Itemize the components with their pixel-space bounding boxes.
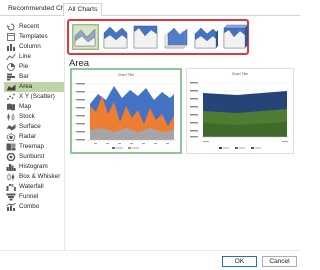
cancel-button[interactable]: Cancel: [262, 256, 297, 267]
ok-button[interactable]: OK: [222, 256, 257, 267]
sidebar-item-label: Sunburst: [19, 153, 45, 161]
combo-chart-icon: [6, 202, 16, 211]
waterfall-chart-icon: [6, 183, 16, 191]
sidebar-item-label: Surface: [19, 123, 41, 131]
sidebar-item-templates[interactable]: Templates: [6, 32, 62, 42]
sidebar-item-label: Combo: [19, 203, 40, 211]
line-chart-icon: [6, 53, 16, 61]
area-icon: [74, 26, 97, 48]
sidebar-item-label: Line: [19, 53, 31, 61]
sidebar-item-scatter[interactable]: X Y (Scatter): [6, 92, 62, 102]
sidebar-item-histogram[interactable]: Histogram: [6, 162, 62, 172]
sidebar-item-label: Histogram: [19, 163, 48, 171]
sidebar-item-bar[interactable]: Bar: [6, 72, 62, 82]
chart-preview-stacked-area[interactable]: Chart Title: [186, 68, 294, 154]
sidebar-item-line[interactable]: Line: [6, 52, 62, 62]
tab-strip: Recommended Charts All Charts: [0, 0, 300, 17]
area-chart-icon: [6, 84, 16, 91]
sidebar-item-column[interactable]: Column: [6, 42, 62, 52]
chart-subtype-row: [67, 19, 249, 55]
footer-divider: [0, 250, 300, 251]
subtype-3d-area[interactable]: [162, 24, 189, 50]
sidebar-item-label: Box & Whisker: [19, 173, 61, 181]
subtype-area[interactable]: [72, 24, 99, 50]
sidebar-item-label: Pie: [19, 63, 29, 71]
sidebar-item-pie[interactable]: Pie: [6, 62, 62, 72]
sidebar-item-recent[interactable]: Recent: [6, 22, 62, 32]
sidebar-item-treemap[interactable]: Treemap: [6, 142, 62, 152]
subtype-100-percent-stacked-area[interactable]: [132, 24, 159, 50]
sidebar-item-stock[interactable]: Stock: [6, 112, 62, 122]
insert-chart-dialog: Recommended Charts All Charts Recent Tem…: [0, 0, 300, 270]
sidebar-item-funnel[interactable]: Funnel: [6, 192, 62, 202]
subtype-3d-stacked-area[interactable]: [192, 24, 219, 50]
sidebar-item-map[interactable]: Map: [6, 102, 62, 112]
radar-chart-icon: [6, 132, 16, 141]
subtype-stacked-area[interactable]: [102, 24, 129, 50]
sidebar-divider: [64, 18, 65, 250]
area-preview-plot: [76, 83, 176, 149]
sidebar-item-sunburst[interactable]: Sunburst: [6, 152, 62, 162]
sidebar-item-label: Waterfall: [19, 183, 44, 191]
sidebar-item-label: Area: [19, 83, 33, 91]
sidebar-item-label: Stock: [19, 113, 35, 121]
map-chart-icon: [7, 103, 15, 111]
sidebar-item-label: Radar: [19, 133, 37, 141]
subtype-3d-100-percent-stacked-area[interactable]: [222, 24, 249, 50]
stock-chart-icon: [7, 113, 15, 121]
templates-icon: [7, 32, 15, 41]
sidebar-item-combo[interactable]: Combo: [6, 202, 62, 212]
column-chart-icon: [7, 43, 15, 51]
sidebar-item-label: Recent: [19, 23, 39, 31]
sidebar-item-box-whisker[interactable]: Box & Whisker: [6, 172, 62, 182]
surface-chart-icon: [6, 123, 16, 131]
sidebar-item-radar[interactable]: Radar: [6, 132, 62, 142]
sidebar-item-label: Treemap: [19, 143, 44, 151]
sidebar-item-label: Funnel: [19, 193, 39, 201]
recent-icon: [6, 23, 15, 31]
funnel-chart-icon: [6, 193, 16, 201]
3d-100-percent-stacked-area-icon: [223, 24, 249, 49]
stacked-area-preview-plot: [190, 82, 289, 149]
sidebar-item-label: Templates: [19, 33, 48, 41]
sidebar-item-label: Bar: [19, 73, 29, 81]
3d-stacked-area-icon: [194, 27, 218, 49]
box-whisker-chart-icon: [7, 173, 15, 181]
bar-chart-icon: [7, 73, 15, 81]
sunburst-chart-icon: [6, 152, 16, 161]
pie-chart-icon: [7, 62, 15, 71]
histogram-chart-icon: [6, 163, 16, 171]
sidebar-item-area[interactable]: Area: [4, 82, 64, 92]
stacked-area-icon: [103, 26, 128, 49]
sidebar-item-waterfall[interactable]: Waterfall: [6, 182, 62, 192]
sidebar-item-label: Column: [19, 43, 41, 51]
tab-all-charts[interactable]: All Charts: [63, 3, 103, 17]
chart-preview-area[interactable]: Chart Title: [70, 68, 182, 154]
sidebar-item-label: X Y (Scatter): [19, 93, 55, 101]
treemap-chart-icon: [6, 143, 16, 151]
sidebar-item-surface[interactable]: Surface: [6, 122, 62, 132]
scatter-chart-icon: [7, 93, 15, 100]
100-percent-stacked-area-icon: [133, 25, 158, 49]
3d-area-icon: [164, 27, 188, 49]
chart-type-list: Recent Templates Column Line Pie Bar Are…: [0, 18, 64, 250]
sidebar-item-label: Map: [19, 103, 32, 111]
